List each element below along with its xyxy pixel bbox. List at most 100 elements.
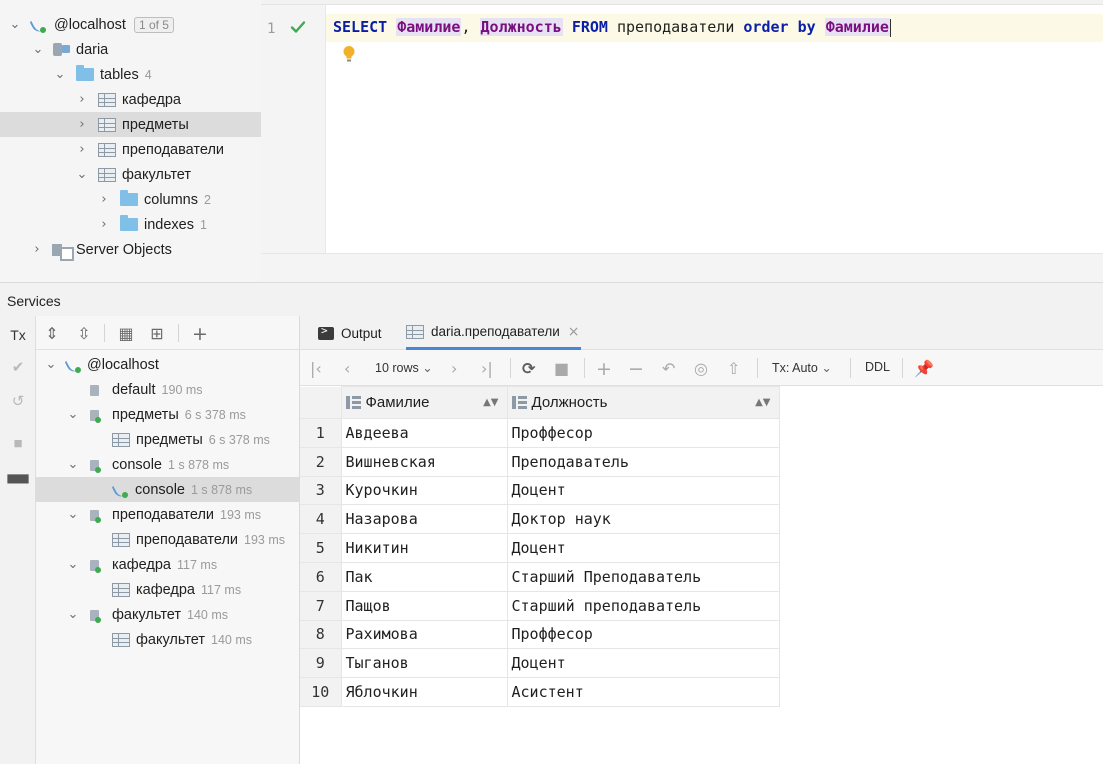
cell-surname[interactable]: Тыганов — [340, 648, 508, 679]
service-node-session[interactable]: ⌄ преподаватели 193 ms — [36, 502, 300, 527]
add-row-icon[interactable]: + — [596, 359, 612, 379]
tree-node-indexes-folder[interactable]: › indexes 1 — [0, 212, 261, 237]
service-node-result[interactable]: преподаватели 193 ms — [36, 527, 300, 552]
sql-query[interactable]: SELECT Фамилие, Должность FROM преподава… — [333, 18, 891, 37]
service-node-session[interactable]: ⌄ кафедра 117 ms — [36, 552, 300, 577]
chevron-down-icon[interactable]: ⌄ — [66, 407, 80, 422]
layout-button[interactable]: ▀▀ — [0, 468, 36, 498]
service-node-session[interactable]: ⌄ предметы 6 s 378 ms — [36, 402, 300, 427]
cell-surname[interactable]: Рахимова — [340, 619, 508, 650]
preview-changes-icon[interactable]: ◎ — [694, 359, 708, 379]
tree-node-tables-folder[interactable]: ⌄ tables 4 — [0, 62, 261, 87]
cell-surname[interactable]: Никитин — [340, 533, 508, 563]
cell-surname[interactable]: Вишневская — [340, 446, 508, 477]
chevron-right-icon[interactable]: › — [75, 117, 89, 132]
service-node-session[interactable]: default 190 ms — [36, 377, 300, 402]
delete-row-icon[interactable]: − — [628, 359, 644, 379]
commit-button[interactable]: ✔ — [0, 352, 36, 382]
service-node-host[interactable]: ⌄ @localhost — [36, 352, 300, 377]
close-icon[interactable]: × — [568, 324, 580, 340]
page-size-selector[interactable]: 10 rows ⌄ — [375, 360, 433, 375]
collapse-all-icon[interactable]: ⇳ — [74, 324, 94, 344]
cell-surname[interactable]: Авдеева — [340, 418, 508, 448]
cell-position[interactable]: Доктор наук — [506, 504, 780, 535]
first-page-icon[interactable]: |‹ — [310, 359, 322, 379]
cell-surname[interactable]: Яблочкин — [340, 677, 508, 707]
previous-page-icon[interactable]: ‹ — [344, 359, 350, 379]
cell-position[interactable]: Старший Преподаватель — [506, 561, 780, 592]
submit-icon[interactable]: ⇧ — [727, 359, 740, 379]
chevron-down-icon[interactable]: ⌄ — [66, 607, 80, 622]
chevron-right-icon[interactable]: › — [75, 92, 89, 107]
tab-result-table[interactable]: daria.преподаватели × — [406, 316, 582, 350]
chevron-down-icon[interactable]: ⌄ — [66, 457, 80, 472]
current-code-line[interactable]: SELECT Фамилие, Должность FROM преподава… — [326, 14, 1103, 42]
chevron-down-icon[interactable]: ⌄ — [44, 357, 58, 372]
cell-position[interactable]: Старший преподаватель — [506, 590, 780, 621]
revert-icon[interactable]: ↶ — [662, 359, 675, 379]
cell-position[interactable]: Проффесор — [506, 418, 780, 448]
service-node-result[interactable]: предметы 6 s 378 ms — [36, 427, 300, 452]
group-by-icon[interactable]: ▦ — [116, 324, 136, 344]
sort-icon[interactable]: ▲▼ — [755, 397, 770, 408]
ddl-button[interactable]: DDL — [865, 360, 890, 374]
service-node-session[interactable]: ⌄ факультет 140 ms — [36, 602, 300, 627]
stop-button[interactable]: ■ — [0, 428, 36, 458]
service-node-session[interactable]: ⌄ console 1 s 878 ms — [36, 452, 300, 477]
service-node-result[interactable]: кафедра 117 ms — [36, 577, 300, 602]
chevron-right-icon[interactable]: › — [30, 242, 44, 257]
tab-output[interactable]: Output — [318, 316, 382, 350]
column-header-surname[interactable]: Фамилие ▲▼ — [340, 386, 508, 419]
cell-position[interactable]: Доцент — [506, 533, 780, 563]
tree-node-table-expanded[interactable]: ⌄ факультет — [0, 162, 261, 187]
cell-position[interactable]: Преподаватель — [506, 446, 780, 477]
chevron-down-icon[interactable]: ⌄ — [75, 167, 89, 182]
tree-node-columns-folder[interactable]: › columns 2 — [0, 187, 261, 212]
chevron-down-icon[interactable]: ⌄ — [8, 17, 22, 32]
add-icon[interactable]: + — [190, 324, 210, 344]
column-header-position[interactable]: Должность ▲▼ — [506, 386, 780, 419]
query-editor[interactable]: 1 SELECT Фамилие, Должность FROM препода… — [261, 5, 1103, 282]
table-row[interactable]: 4 Назарова Доктор наук — [300, 504, 780, 535]
chevron-down-icon[interactable]: ⌄ — [66, 557, 80, 572]
cell-surname[interactable]: Пак — [340, 561, 508, 592]
table-row[interactable]: 8 Рахимова Проффесор — [300, 619, 780, 650]
table-row[interactable]: 5 Никитин Доцент — [300, 533, 780, 563]
tree-node-table[interactable]: › преподаватели — [0, 137, 261, 162]
sort-icon[interactable]: ▲▼ — [483, 397, 498, 408]
cell-position[interactable]: Доцент — [506, 475, 780, 506]
tx-mode-selector[interactable]: Tx: Auto ⌄ — [772, 360, 832, 375]
chevron-down-icon[interactable]: ⌄ — [66, 507, 80, 522]
host-pager-badge[interactable]: 1 of 5 — [133, 16, 174, 33]
rollback-button[interactable]: ↺ — [0, 386, 36, 416]
chevron-down-icon[interactable]: ⌄ — [31, 42, 45, 57]
table-row[interactable]: 3 Курочкин Доцент — [300, 475, 780, 506]
table-row[interactable]: 10 Яблочкин Асистент — [300, 677, 780, 707]
table-row[interactable]: 1 Авдеева Проффесор — [300, 418, 780, 448]
cell-position[interactable]: Доцент — [506, 648, 780, 679]
pin-icon[interactable]: 📌 — [914, 359, 934, 379]
expand-all-icon[interactable]: ⇕ — [42, 324, 62, 344]
last-page-icon[interactable]: ›| — [481, 359, 493, 379]
cell-surname[interactable]: Пащов — [340, 590, 508, 621]
table-row[interactable]: 9 Тыганов Доцент — [300, 648, 780, 679]
transaction-mode-button[interactable]: Tx — [0, 320, 36, 350]
table-row[interactable]: 7 Пащов Старший преподаватель — [300, 590, 780, 621]
new-tab-icon[interactable]: ⊞ — [147, 324, 167, 344]
chevron-down-icon[interactable]: ⌄ — [53, 67, 67, 82]
chevron-right-icon[interactable]: › — [97, 192, 111, 207]
reload-icon[interactable]: ⟳ — [522, 359, 535, 379]
tree-node-table[interactable]: › кафедра — [0, 87, 261, 112]
cell-surname[interactable]: Курочкин — [340, 475, 508, 506]
tree-node-host[interactable]: ⌄ @localhost 1 of 5 — [0, 12, 261, 37]
tree-node-database[interactable]: ⌄ daria — [0, 37, 261, 62]
tree-node-table-selected[interactable]: › предметы — [0, 112, 261, 137]
table-row[interactable]: 2 Вишневская Преподаватель — [300, 446, 780, 477]
chevron-right-icon[interactable]: › — [97, 217, 111, 232]
next-page-icon[interactable]: › — [451, 359, 457, 379]
tree-node-server-objects[interactable]: › Server Objects — [0, 237, 261, 262]
lightbulb-icon[interactable] — [342, 45, 356, 63]
chevron-right-icon[interactable]: › — [75, 142, 89, 157]
service-node-console-selected[interactable]: console 1 s 878 ms — [36, 477, 300, 502]
stop-icon[interactable]: ■ — [554, 359, 569, 379]
